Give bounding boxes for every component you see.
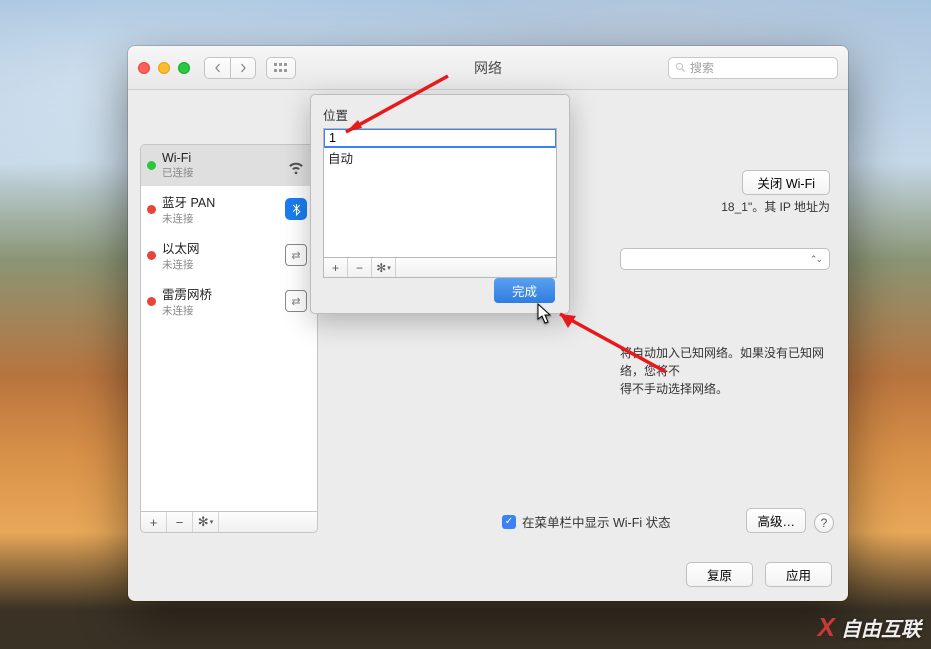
revert-button[interactable]: 复原 (686, 562, 753, 587)
sidebar-item-text: 雷雳网桥 未连接 (162, 284, 283, 318)
ethernet-icon: ⇄ (283, 242, 309, 268)
service-name: 雷雳网桥 (162, 284, 283, 303)
show-all-prefs-button[interactable] (266, 57, 296, 79)
service-status: 已连接 (162, 165, 283, 180)
checkbox-label: 在菜单栏中显示 Wi-Fi 状态 (522, 512, 671, 531)
search-field[interactable]: 搜索 (668, 57, 838, 79)
search-placeholder: 搜索 (690, 59, 714, 76)
locations-list[interactable]: 自动 (323, 128, 557, 258)
network-sidebar: Wi-Fi 已连接 蓝牙 PAN 未连接 (140, 144, 318, 533)
status-dot-icon (147, 205, 156, 214)
service-status: 未连接 (162, 303, 283, 318)
network-name-select[interactable] (620, 248, 830, 270)
status-dot-icon (147, 297, 156, 306)
nav-buttons (204, 57, 256, 79)
thunderbolt-bridge-icon: ⇄ (283, 288, 309, 314)
service-name: 以太网 (162, 238, 283, 257)
service-name: 蓝牙 PAN (162, 192, 283, 211)
close-window-button[interactable] (138, 62, 150, 74)
checkbox-checked-icon: ✓ (502, 515, 516, 529)
status-dot-icon (147, 251, 156, 260)
network-services-list[interactable]: Wi-Fi 已连接 蓝牙 PAN 未连接 (140, 144, 318, 511)
locations-label: 位置 (323, 105, 557, 124)
sidebar-item-wifi[interactable]: Wi-Fi 已连接 (141, 145, 317, 186)
sidebar-item-text: 蓝牙 PAN 未连接 (162, 192, 283, 226)
forward-button[interactable] (230, 57, 256, 79)
footer-buttons: 复原 应用 (686, 562, 832, 587)
advanced-button[interactable]: 高级… (746, 508, 806, 533)
sidebar-toolbar: + − ✻ ▾ (140, 511, 318, 533)
watermark-logo-icon: X (818, 612, 835, 643)
remove-service-button[interactable]: − (167, 512, 193, 532)
sidebar-item-ethernet[interactable]: 以太网 未连接 ⇄ (141, 232, 317, 278)
show-wifi-in-menubar-checkbox[interactable]: ✓ 在菜单栏中显示 Wi-Fi 状态 (502, 512, 671, 531)
sidebar-item-bluetooth-pan[interactable]: 蓝牙 PAN 未连接 (141, 186, 317, 232)
service-actions-button[interactable]: ✻ ▾ (193, 512, 219, 532)
auto-join-description: 将自动加入已知网络。如果没有已知网络，您将不 得不手动选择网络。 (620, 344, 830, 398)
gear-icon: ✻ (198, 514, 209, 530)
chevron-down-icon: ▾ (210, 518, 214, 526)
wifi-icon (283, 153, 309, 179)
bluetooth-icon (283, 196, 309, 222)
turn-off-wifi-button[interactable]: 关闭 Wi-Fi (742, 170, 830, 195)
add-service-button[interactable]: + (141, 512, 167, 532)
zoom-window-button[interactable] (178, 62, 190, 74)
titlebar: 网络 搜索 (128, 46, 848, 90)
minimize-window-button[interactable] (158, 62, 170, 74)
location-actions-button[interactable]: ✻ ▾ (372, 258, 396, 277)
done-button[interactable]: 完成 (494, 278, 555, 303)
sidebar-item-text: 以太网 未连接 (162, 238, 283, 272)
help-icon: ? (821, 516, 828, 530)
remove-location-button[interactable]: − (348, 258, 372, 277)
status-dot-icon (147, 161, 156, 170)
chevron-down-icon: ▾ (387, 264, 391, 272)
apply-button[interactable]: 应用 (765, 562, 832, 587)
location-row-editing[interactable] (325, 130, 555, 146)
locations-toolbar: + − ✻ ▾ (323, 258, 557, 278)
ip-address-text: 18_1"。其 IP 地址为 (721, 198, 830, 215)
chevron-right-icon (238, 63, 248, 73)
traffic-lights (138, 62, 190, 74)
chevron-left-icon (213, 63, 223, 73)
back-button[interactable] (204, 57, 230, 79)
add-location-button[interactable]: + (324, 258, 348, 277)
service-name: Wi-Fi (162, 151, 283, 165)
search-icon (675, 62, 686, 73)
gear-icon: ✻ (376, 261, 386, 275)
sidebar-item-thunderbolt-bridge[interactable]: 雷雳网桥 未连接 ⇄ (141, 278, 317, 324)
service-status: 未连接 (162, 257, 283, 272)
grid-icon (274, 63, 288, 73)
location-row[interactable]: 自动 (324, 147, 556, 168)
watermark-text: 自由互联 (841, 613, 921, 642)
edit-locations-sheet: 位置 自动 + − ✻ ▾ 完成 (310, 94, 570, 314)
sidebar-item-text: Wi-Fi 已连接 (162, 151, 283, 180)
window-title: 网络 (474, 58, 502, 78)
mouse-cursor-icon (537, 303, 553, 325)
watermark: X 自由互联 (818, 612, 921, 643)
service-status: 未连接 (162, 211, 283, 226)
location-name-input[interactable] (329, 131, 551, 145)
help-button[interactable]: ? (814, 513, 834, 533)
